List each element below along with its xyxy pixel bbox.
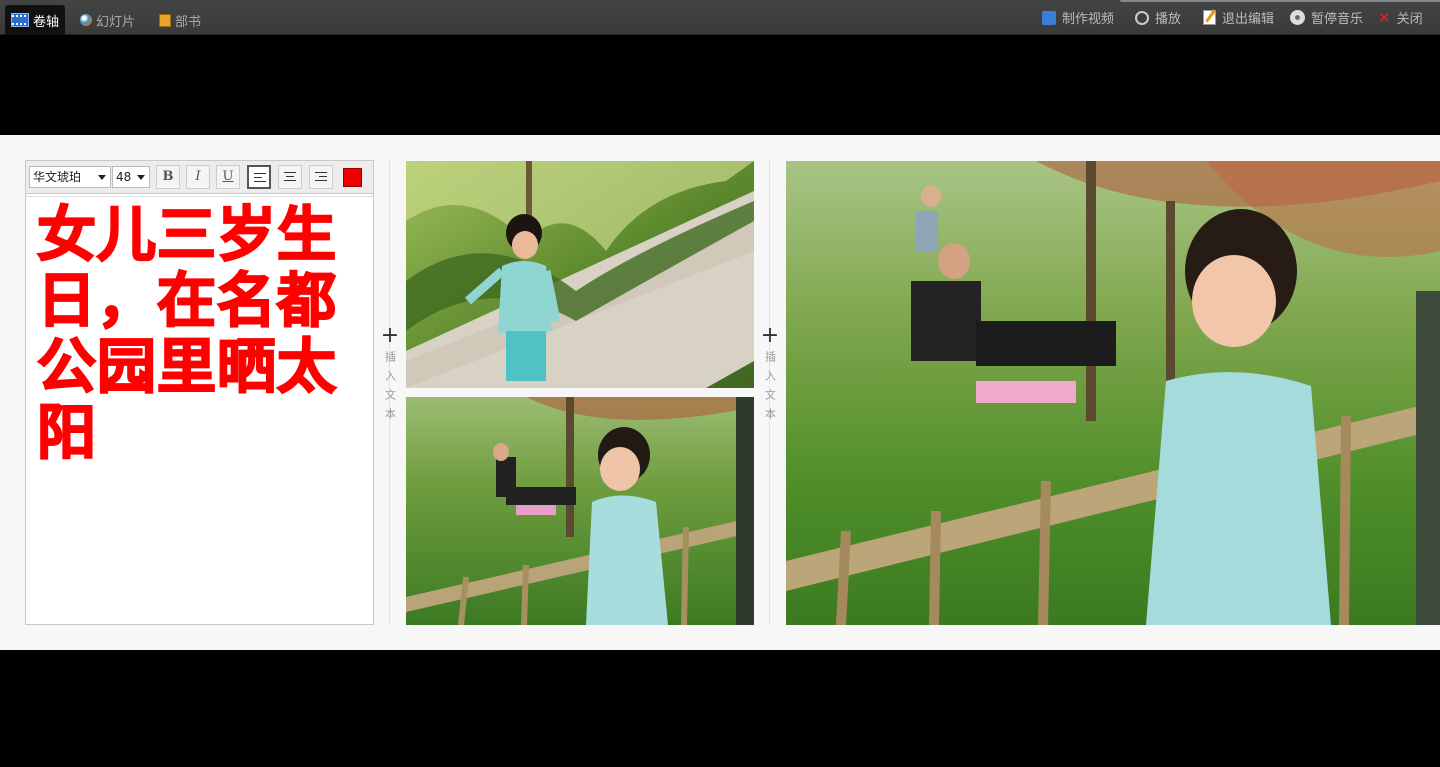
font-size-value: 48 bbox=[116, 170, 132, 184]
book-icon bbox=[159, 13, 171, 27]
play-button[interactable]: 播放 bbox=[1135, 0, 1181, 35]
underline-button[interactable]: U bbox=[216, 165, 240, 189]
film-icon bbox=[11, 13, 29, 27]
photo-image bbox=[406, 397, 754, 625]
insert-text-button[interactable]: + 插入文本 bbox=[760, 323, 780, 428]
photo-image bbox=[786, 161, 1440, 625]
text-content-area[interactable]: 女儿三岁生日，在名都公园里晒太阳 bbox=[26, 196, 373, 624]
font-family-value: 华文琥珀 bbox=[33, 170, 82, 184]
play-icon bbox=[1135, 10, 1149, 25]
plus-icon: + bbox=[380, 323, 400, 348]
text-color-button[interactable] bbox=[343, 168, 362, 187]
close-button[interactable]: ✕ 关闭 bbox=[1378, 0, 1423, 35]
italic-button[interactable]: I bbox=[186, 165, 210, 189]
tab-slideshow[interactable]: 幻灯片 bbox=[74, 5, 141, 35]
insert-text-label: 插入文本 bbox=[763, 351, 777, 427]
tab-scroll-label: 卷轴 bbox=[33, 14, 60, 30]
top-toolbar: 卷轴 幻灯片 部书 制作视频 播放 退出编辑 暂停音乐 ✕ 关闭 bbox=[0, 0, 1440, 35]
insert-text-button[interactable]: + 插入文本 bbox=[380, 323, 400, 428]
pause-music-button[interactable]: 暂停音乐 bbox=[1290, 0, 1363, 35]
align-left-button[interactable] bbox=[247, 165, 271, 189]
close-label: 关闭 bbox=[1396, 12, 1423, 27]
align-right-button[interactable] bbox=[309, 165, 333, 189]
chevron-down-icon bbox=[98, 175, 106, 180]
tab-book-label: 部书 bbox=[175, 14, 202, 30]
tab-scroll[interactable]: 卷轴 bbox=[5, 5, 66, 35]
font-family-select[interactable]: 华文琥珀 bbox=[29, 166, 111, 188]
photo-image bbox=[406, 161, 754, 388]
photo-park-small[interactable] bbox=[406, 397, 754, 625]
scroll-editor-strip: 华文琥珀 48 B I U 女儿三岁生日，在名都公园里晒太阳 + 插入文本 + … bbox=[0, 135, 1440, 650]
tab-slideshow-label: 幻灯片 bbox=[96, 14, 136, 30]
chevron-down-icon bbox=[137, 175, 145, 180]
play-label: 播放 bbox=[1155, 12, 1182, 27]
bold-button[interactable]: B bbox=[156, 165, 180, 189]
slideshow-icon bbox=[80, 14, 92, 26]
text-block[interactable]: 华文琥珀 48 B I U 女儿三岁生日，在名都公园里晒太阳 bbox=[25, 160, 374, 625]
align-center-icon bbox=[284, 172, 296, 184]
stage-bottom-area bbox=[0, 650, 1440, 767]
exit-edit-label: 退出编辑 bbox=[1222, 12, 1275, 27]
exit-edit-button[interactable]: 退出编辑 bbox=[1203, 0, 1274, 35]
insert-text-label: 插入文本 bbox=[383, 351, 397, 427]
make-video-button[interactable]: 制作视频 bbox=[1042, 0, 1114, 35]
align-center-button[interactable] bbox=[278, 165, 302, 189]
pause-music-label: 暂停音乐 bbox=[1311, 12, 1364, 27]
align-right-icon bbox=[315, 172, 327, 184]
align-left-icon bbox=[254, 173, 266, 185]
close-icon: ✕ bbox=[1378, 8, 1391, 27]
tab-book[interactable]: 部书 bbox=[153, 5, 207, 35]
make-video-label: 制作视频 bbox=[1062, 12, 1115, 27]
video-icon bbox=[1042, 10, 1056, 25]
plus-icon: + bbox=[760, 323, 780, 348]
edit-exit-icon bbox=[1203, 10, 1216, 25]
photo-park-large[interactable] bbox=[786, 161, 1440, 625]
text-format-toolbar: 华文琥珀 48 B I U bbox=[26, 161, 373, 194]
photo-girl-on-path[interactable] bbox=[406, 161, 754, 388]
font-size-select[interactable]: 48 bbox=[112, 166, 150, 188]
music-icon bbox=[1290, 10, 1305, 25]
